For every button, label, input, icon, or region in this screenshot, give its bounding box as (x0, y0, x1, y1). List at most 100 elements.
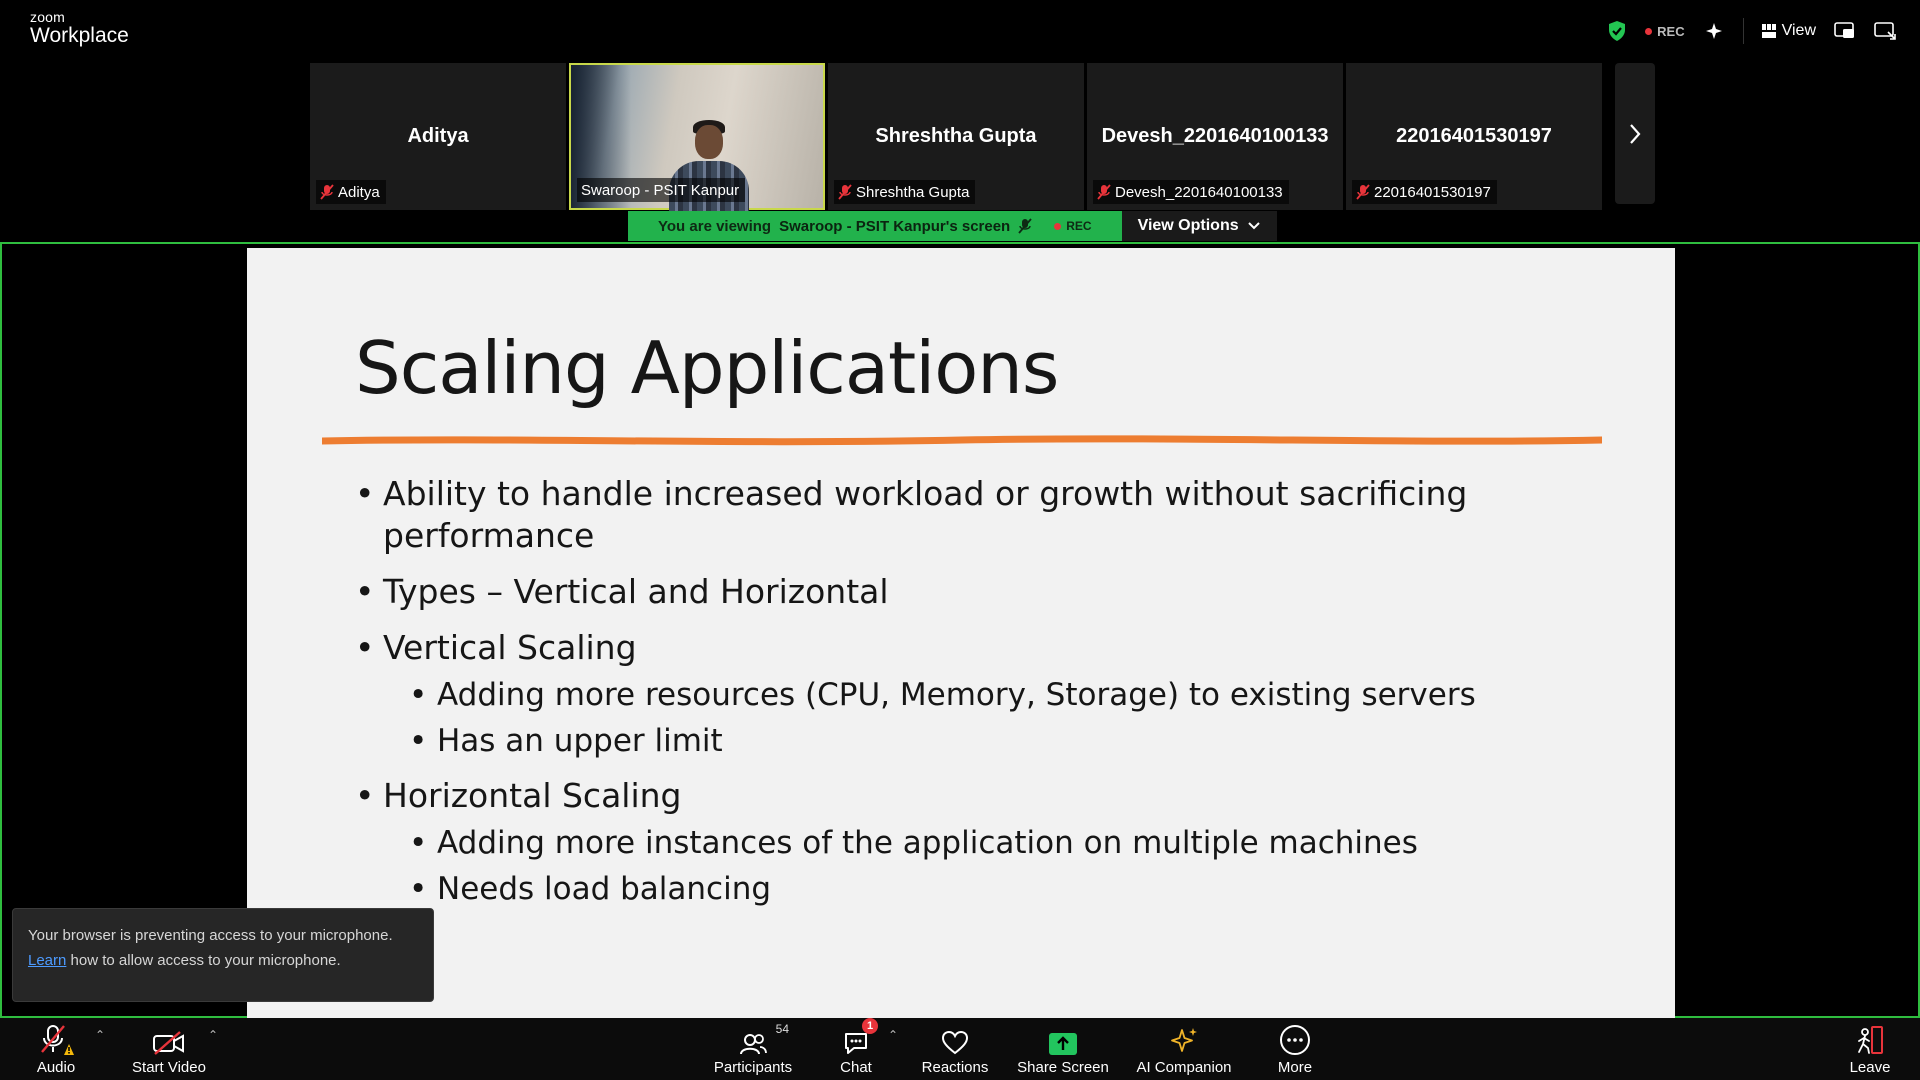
reactions-button[interactable]: Reactions (920, 1018, 990, 1080)
audio-options-caret-icon[interactable]: ⌃ (95, 1028, 105, 1042)
sub-bullet-item: Adding more instances of the application… (409, 823, 1555, 863)
start-video-button[interactable]: Start Video (128, 1018, 210, 1080)
participants-icon (740, 1034, 767, 1055)
participant-video-tile-active-speaker[interactable]: Swaroop - PSIT Kanpur (569, 63, 825, 211)
participant-display-name: Shreshtha Gupta (875, 125, 1037, 147)
video-options-caret-icon[interactable]: ⌃ (208, 1028, 218, 1042)
encryption-shield-icon[interactable] (1607, 20, 1627, 42)
brand-big: Workplace (30, 24, 129, 47)
toast-line-1: Your browser is preventing access to you… (28, 927, 393, 944)
sparkle-icon[interactable] (1703, 21, 1725, 41)
audio-button[interactable]: Audio (28, 1018, 84, 1080)
more-button[interactable]: More (1275, 1018, 1315, 1080)
top-bar: zoom Workplace REC View (0, 0, 1920, 62)
share-screen-button[interactable]: Share Screen (1016, 1018, 1110, 1080)
toast-line-2-rest: how to allow access to your microphone. (66, 952, 341, 969)
chat-unread-badge: 1 (862, 1018, 878, 1034)
share-screen-label: Share Screen (1017, 1059, 1109, 1076)
heart-icon (941, 1030, 969, 1055)
next-page-button[interactable] (1615, 63, 1655, 204)
zoom-meeting-window: zoom Workplace REC View Aditya Aditya Sw… (0, 0, 1920, 1080)
audio-label: Audio (36, 1059, 76, 1076)
more-label: More (1277, 1059, 1313, 1076)
participants-button[interactable]: 54 Participants (708, 1018, 798, 1080)
view-label: View (1781, 22, 1816, 39)
meeting-controls-toolbar: Audio ⌃ Start Video ⌃ 54 Participants 1 … (0, 1018, 1920, 1080)
participants-count: 54 (775, 1022, 789, 1036)
recording-indicator[interactable]: REC (1645, 23, 1685, 39)
participant-display-name: 22016401530197 (1396, 125, 1552, 147)
screen-share-banner: You are viewing Swaroop - PSIT Kanpur's … (628, 211, 1277, 241)
viewing-status: You are viewing Swaroop - PSIT Kanpur's … (628, 211, 1122, 241)
ai-sparkle-icon (1171, 1028, 1197, 1052)
participant-name-tag: Shreshtha Gupta (834, 180, 976, 204)
exit-fullscreen-icon[interactable] (1874, 21, 1896, 41)
zoom-workplace-logo: zoom Workplace (30, 10, 129, 46)
rec-label: REC (1657, 23, 1685, 39)
top-right-controls: REC View (1607, 18, 1896, 44)
participant-tile[interactable]: 22016401530197 22016401530197 (1346, 63, 1602, 210)
slide-title: Scaling Applications (355, 326, 1059, 410)
view-options-label: View Options (1137, 217, 1239, 234)
ai-companion-label: AI Companion (1136, 1059, 1232, 1076)
rec-dot-icon (1054, 222, 1062, 230)
participant-tile[interactable]: Shreshtha Gupta Shreshtha Gupta (828, 63, 1084, 210)
chevron-right-icon (1630, 123, 1641, 144)
slide-title-underline (322, 435, 1602, 446)
grid-view-icon (1761, 24, 1776, 38)
participant-thumbnail-strip: Aditya Aditya Swaroop - PSIT Kanpur Shre… (310, 63, 1655, 211)
bullet-item: Horizontal Scaling (355, 775, 1555, 817)
chat-options-caret-icon[interactable]: ⌃ (888, 1028, 898, 1042)
participant-display-name: Aditya (407, 125, 469, 147)
participant-tag-name: Swaroop - PSIT Kanpur (581, 181, 740, 199)
participant-name-tag: Devesh_2201640100133 (1093, 180, 1289, 204)
chat-label: Chat (840, 1059, 872, 1076)
divider (1742, 18, 1744, 44)
ai-companion-button[interactable]: AI Companion (1134, 1018, 1234, 1080)
share-screen-icon (1049, 1033, 1077, 1055)
participant-name-tag: 22016401530197 (1352, 180, 1497, 204)
shared-screen-area: Scaling Applications Ability to handle i… (0, 242, 1920, 1018)
viewing-name: Swaroop - PSIT Kanpur's screen (779, 217, 1011, 235)
view-options-dropdown[interactable]: View Options (1121, 211, 1277, 241)
participant-tag-name: Aditya (338, 183, 380, 201)
sub-bullet-item: Has an upper limit (409, 721, 1555, 761)
view-button[interactable]: View (1761, 22, 1816, 40)
participant-display-name: Devesh_2201640100133 (1101, 125, 1329, 147)
chevron-down-icon (1247, 222, 1260, 230)
participant-tile[interactable]: Devesh_2201640100133 Devesh_220164010013… (1087, 63, 1343, 210)
banner-rec-indicator: REC (1054, 219, 1092, 233)
participant-tag-name: Devesh_2201640100133 (1115, 183, 1283, 201)
bullet-item: Ability to handle increased workload or … (355, 473, 1555, 557)
presentation-slide: Scaling Applications Ability to handle i… (247, 248, 1675, 1018)
bullet-item: Types – Vertical and Horizontal (355, 571, 1555, 613)
leave-button[interactable]: Leave (1848, 1018, 1892, 1080)
video-person-head (695, 125, 723, 159)
participant-tag-name: 22016401530197 (1374, 183, 1491, 201)
more-icon (1280, 1025, 1310, 1055)
participant-name-tag: Swaroop - PSIT Kanpur (577, 178, 746, 202)
microphone-permission-toast: Your browser is preventing access to you… (12, 908, 434, 1002)
mic-muted-icon (838, 184, 852, 200)
banner-rec-label: REC (1066, 219, 1092, 233)
reactions-label: Reactions (921, 1059, 989, 1076)
bullet-item: Vertical Scaling (355, 627, 1555, 669)
picture-in-picture-icon[interactable] (1834, 21, 1856, 41)
participant-name-tag: Aditya (316, 180, 386, 204)
sub-bullet-item: Needs load balancing (409, 869, 1555, 909)
participant-tile[interactable]: Aditya Aditya (310, 63, 566, 210)
mic-warning-icon (41, 1025, 74, 1055)
toast-line-2: Learn how to allow access to your microp… (28, 948, 418, 973)
viewing-prefix: You are viewing (658, 217, 772, 235)
mic-muted-icon (320, 184, 334, 200)
start-video-label: Start Video (132, 1059, 206, 1076)
mic-muted-icon (1356, 184, 1370, 200)
participants-label: Participants (713, 1059, 793, 1076)
chat-button[interactable]: 1 Chat (836, 1018, 878, 1080)
slide-bullet-list: Ability to handle increased workload or … (355, 473, 1555, 923)
bullet-group: Horizontal Scaling Adding more instances… (355, 775, 1555, 909)
brand-small: zoom (30, 9, 66, 25)
chat-icon (845, 1033, 867, 1054)
video-off-icon (153, 1031, 184, 1055)
learn-link[interactable]: Learn (28, 952, 66, 969)
